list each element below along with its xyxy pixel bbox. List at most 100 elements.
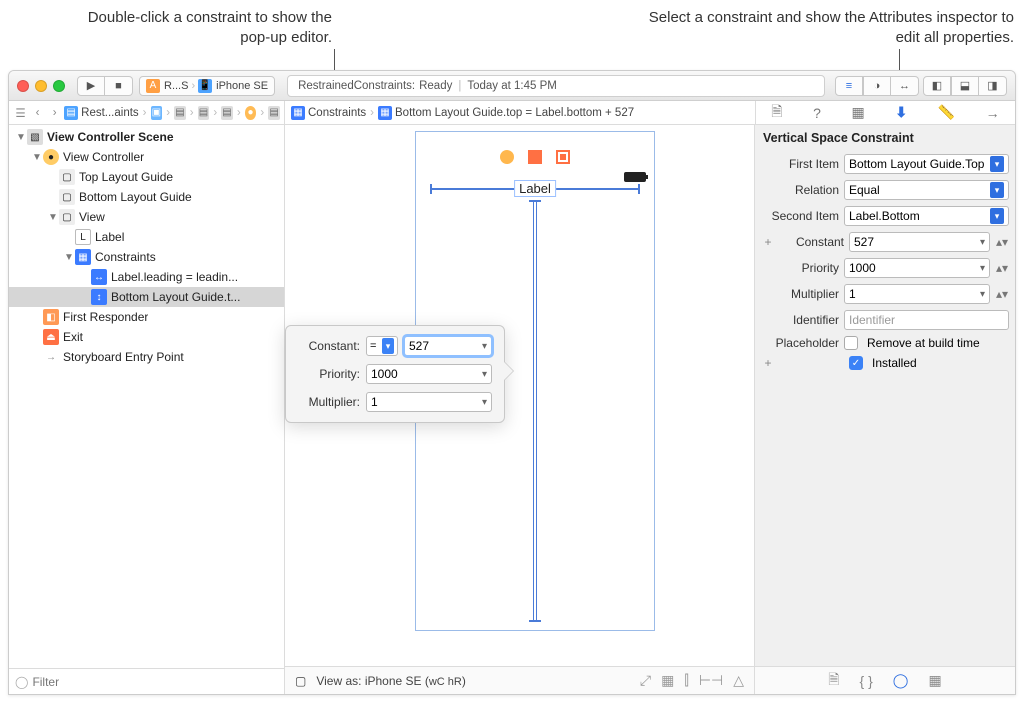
outline-top-layout-guide[interactable]: ▢Top Layout Guide — [9, 167, 284, 187]
popup-relation-select[interactable]: =▾ — [366, 336, 398, 356]
standard-editor-button[interactable]: ≡ — [835, 76, 863, 96]
library-selector: 🗎 { } ◯ ▦ — [755, 666, 1015, 694]
zoom-window-button[interactable] — [53, 80, 65, 92]
scene-icon[interactable]: ▤ — [268, 106, 280, 120]
installed-checkbox[interactable]: ✓ — [849, 356, 863, 370]
outline-constraints-group[interactable]: ▼▦Constraints — [9, 247, 284, 267]
code-snippet-library-icon[interactable]: { } — [860, 673, 873, 689]
nav-forward-icon[interactable]: › — [47, 107, 62, 119]
status-bar-battery-icon — [624, 172, 646, 182]
outline-exit[interactable]: ⏏Exit — [9, 327, 284, 347]
priority-label: Priority — [761, 261, 839, 275]
assistant-editor-button[interactable]: ◑ — [863, 76, 891, 96]
scene-dock-first-responder-icon[interactable] — [528, 150, 542, 164]
size-inspector-icon[interactable]: 📏 — [938, 104, 955, 121]
media-library-icon[interactable]: ▦ — [928, 672, 941, 689]
window-controls — [17, 80, 65, 92]
embed-tool-icon[interactable]: ▦ — [661, 672, 674, 689]
toggle-debug-area-button[interactable]: ⬓ — [951, 76, 979, 96]
multiplier-field[interactable]: 1▾ — [844, 284, 990, 304]
constant-label: Constant — [780, 235, 844, 249]
scene-dock-vc-icon[interactable] — [500, 150, 514, 164]
inspector-selector: 🗎 ? ▦ ⬇ 📏 → — [755, 101, 1015, 124]
crumb-project[interactable]: ▤Rest...aints — [64, 106, 139, 120]
popup-priority-label: Priority: — [298, 367, 360, 381]
close-window-button[interactable] — [17, 80, 29, 92]
file-inspector-icon[interactable]: 🗎 — [771, 101, 782, 125]
inspector-title: Vertical Space Constraint — [755, 125, 1015, 151]
outline-constraint-leading[interactable]: ↔Label.leading = leadin... — [9, 267, 284, 287]
relation-select[interactable]: Equal▾ — [844, 180, 1009, 200]
scene-dock-exit-icon[interactable] — [556, 150, 570, 164]
add-variation-installed-button[interactable]: + — [761, 356, 775, 370]
toggle-navigator-button[interactable]: ◧ — [923, 76, 951, 96]
quick-help-inspector-icon[interactable]: ? — [813, 105, 821, 121]
storyboard-icon[interactable]: ● — [245, 106, 257, 120]
popup-multiplier-field[interactable]: 1▾ — [366, 392, 492, 412]
document-outline: ▼▧View Controller Scene ▼●View Controlle… — [9, 125, 285, 694]
file-icon-3[interactable]: ▤ — [221, 106, 233, 120]
version-editor-button[interactable]: ↔ — [891, 76, 919, 96]
jump-bar-path[interactable]: ▦Constraints › ▦Bottom Layout Guide.top … — [285, 101, 755, 124]
outline-label[interactable]: LLabel — [9, 227, 284, 247]
nav-back-icon[interactable]: ‹ — [30, 107, 45, 119]
resolve-issues-tool-icon[interactable]: △ — [733, 672, 744, 689]
minimize-window-button[interactable] — [35, 80, 47, 92]
popup-priority-field[interactable]: 1000▾ — [366, 364, 492, 384]
file-icon[interactable]: ▤ — [174, 106, 186, 120]
align-tool-icon[interactable]: ⫿ — [684, 672, 688, 689]
first-item-label: First Item — [761, 157, 839, 171]
file-icon-2[interactable]: ▤ — [198, 106, 210, 120]
outline-bottom-layout-guide[interactable]: ▢Bottom Layout Guide — [9, 187, 284, 207]
status-project: RestrainedConstraints: — [298, 80, 415, 92]
object-library-icon[interactable]: ◯ — [893, 672, 909, 689]
relation-label: Relation — [761, 183, 839, 197]
activity-status: RestrainedConstraints: Ready | Today at … — [287, 75, 825, 97]
priority-field[interactable]: 1000▾ — [844, 258, 990, 278]
callout-right: Select a constraint and show the Attribu… — [634, 8, 1014, 49]
constant-field[interactable]: 527▾ — [849, 232, 990, 252]
run-button[interactable]: ▶ — [77, 76, 105, 96]
device-icon: 📱 — [198, 79, 212, 93]
stop-button[interactable]: ■ — [105, 76, 133, 96]
file-template-library-icon[interactable]: 🗎 — [828, 669, 839, 693]
outline-view-controller[interactable]: ▼●View Controller — [9, 147, 284, 167]
connections-inspector-icon[interactable]: → — [986, 105, 1000, 121]
multiplier-stepper[interactable]: ▴▾ — [995, 287, 1009, 301]
view-as-label[interactable]: View as: iPhone SE (wC hR) — [316, 674, 466, 688]
crumb-constraint-item: Bottom Layout Guide.top = Label.bottom +… — [395, 107, 634, 119]
identifier-label: Identifier — [761, 313, 839, 327]
identifier-field[interactable]: Identifier — [844, 310, 1009, 330]
outline-view[interactable]: ▼▢View — [9, 207, 284, 227]
scheme-device-label: iPhone SE — [216, 80, 268, 92]
popup-constant-field[interactable]: 527▾ — [404, 336, 492, 356]
second-item-select[interactable]: Label.Bottom▾ — [844, 206, 1009, 226]
outline-constraint-bottom[interactable]: ↕Bottom Layout Guide.t... — [9, 287, 284, 307]
constant-stepper[interactable]: ▴▾ — [995, 235, 1009, 249]
xcode-window: ▶ ■ A R...S › 📱 iPhone SE RestrainedCons… — [8, 70, 1016, 695]
priority-stepper[interactable]: ▴▾ — [995, 261, 1009, 275]
add-variation-constant-button[interactable]: + — [761, 235, 775, 249]
canvas-label[interactable]: Label — [514, 180, 556, 197]
constraint-popup-editor: Constant: =▾ 527▾ Priority: 1000▾ Multip… — [285, 325, 505, 423]
placeholder-checkbox[interactable] — [844, 336, 858, 350]
first-item-select[interactable]: Bottom Layout Guide.Top▾ — [844, 154, 1009, 174]
placeholder-text: Remove at build time — [867, 336, 980, 350]
related-items-icon[interactable]: ☰ — [13, 106, 28, 120]
pin-tool-icon[interactable]: ⊢⊣ — [699, 672, 723, 689]
zoom-tool-icon[interactable]: ⤢ — [640, 672, 651, 689]
folder-icon[interactable]: ▣ — [151, 106, 163, 120]
interface-builder-canvas[interactable]: Label Constant: =▾ 527▾ Priority: 1000▾ … — [285, 125, 755, 694]
constraint-guide-vertical[interactable] — [533, 200, 537, 622]
outline-entry-point[interactable]: →Storyboard Entry Point — [9, 347, 284, 367]
navigator-selector: ☰ ‹ › ▤Rest...aints › ▣ › ▤ › ▤ › ▤ › ● … — [9, 101, 285, 124]
outline-first-responder[interactable]: ◧First Responder — [9, 307, 284, 327]
toggle-inspector-button[interactable]: ◨ — [979, 76, 1007, 96]
outline-filter-input[interactable] — [32, 675, 278, 689]
attributes-inspector-icon[interactable]: ⬇ — [895, 104, 907, 121]
outline-scene[interactable]: ▼▧View Controller Scene — [9, 127, 284, 147]
toggle-outline-icon[interactable]: ▢ — [295, 674, 306, 688]
scheme-selector[interactable]: A R...S › 📱 iPhone SE — [139, 76, 275, 96]
identity-inspector-icon[interactable]: ▦ — [852, 104, 865, 121]
filter-icon: ◯ — [15, 675, 28, 689]
